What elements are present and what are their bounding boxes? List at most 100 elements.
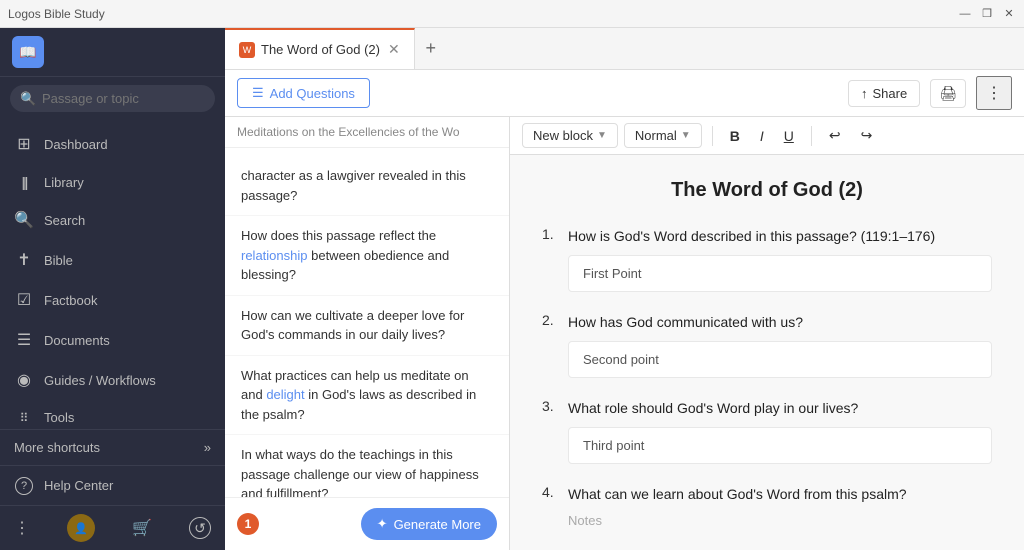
- redo-icon: ↪: [861, 127, 873, 143]
- questions-footer: 1 ✦ Generate More: [225, 497, 509, 550]
- search-wrap: 🔍: [10, 85, 215, 112]
- search-nav-icon: 🔍: [14, 210, 34, 230]
- editor-content: The Word of God (2) 1. How is God's Word…: [510, 155, 1024, 550]
- dropdown-arrow-icon: ▼: [597, 130, 607, 141]
- sidebar: 📖 🔍 ⊞ Dashboard ||| Library 🔍 Search: [0, 28, 225, 550]
- question-2-number: 2.: [542, 312, 560, 328]
- bold-button[interactable]: B: [723, 124, 747, 148]
- answer-box-1[interactable]: First Point: [568, 255, 992, 292]
- more-icon[interactable]: ⋮: [14, 518, 30, 538]
- underline-button[interactable]: U: [777, 124, 801, 148]
- generate-more-button[interactable]: ✦ Generate More: [361, 508, 497, 540]
- sidebar-item-documents[interactable]: ☰ Documents: [0, 320, 225, 360]
- question-4-text: What can we learn about God's Word from …: [568, 484, 907, 505]
- restore-button[interactable]: ❒: [980, 7, 994, 21]
- italic-button[interactable]: I: [753, 124, 771, 148]
- normal-style-dropdown[interactable]: Normal ▼: [624, 123, 702, 148]
- tab-add-button[interactable]: +: [415, 33, 447, 65]
- question-text: How does this passage reflect the relati…: [241, 228, 449, 282]
- list-item[interactable]: How does this passage reflect the relati…: [225, 216, 509, 296]
- question-3-number: 3.: [542, 398, 560, 414]
- answer-box-2[interactable]: Second point: [568, 341, 992, 378]
- sidebar-item-dashboard[interactable]: ⊞ Dashboard: [0, 124, 225, 164]
- close-button[interactable]: ✕: [1002, 7, 1016, 21]
- main-toolbar: ☰ Add Questions ↑ Share 🖨 ⋮: [225, 70, 1024, 117]
- add-questions-button[interactable]: ☰ Add Questions: [237, 78, 370, 108]
- sidebar-search-area: 🔍: [0, 77, 225, 120]
- tab-close-button[interactable]: ✕: [388, 41, 400, 58]
- tab-label: The Word of God (2): [261, 42, 380, 57]
- sidebar-item-label: Help Center: [44, 478, 113, 493]
- question-2-text: How has God communicated with us?: [568, 312, 803, 333]
- print-button[interactable]: 🖨: [930, 79, 966, 108]
- question-3-text: What role should God's Word play in our …: [568, 398, 858, 419]
- questions-header: Meditations on the Excellencies of the W…: [225, 117, 509, 148]
- editor-panel: New block ▼ Normal ▼ B I U: [510, 117, 1024, 550]
- question-1-number: 1.: [542, 226, 560, 242]
- document-title: The Word of God (2): [542, 179, 992, 202]
- redo-button[interactable]: ↪: [854, 123, 880, 148]
- question-section-2: 2. How has God communicated with us? Sec…: [542, 312, 992, 378]
- sidebar-item-label: Documents: [44, 333, 110, 348]
- sidebar-item-factbook[interactable]: ☑ Factbook: [0, 280, 225, 320]
- tab-icon: W: [239, 42, 255, 58]
- list-item[interactable]: What practices can help us meditate on a…: [225, 356, 509, 436]
- question-3-header: 3. What role should God's Word play in o…: [542, 398, 992, 419]
- search-input[interactable]: [10, 85, 215, 112]
- tab-word-of-god[interactable]: W The Word of God (2) ✕: [225, 28, 415, 69]
- question-section-1: 1. How is God's Word described in this p…: [542, 226, 992, 292]
- toolbar-divider-2: [811, 126, 812, 146]
- sidebar-item-tools[interactable]: ⠿ Tools: [0, 400, 225, 429]
- more-shortcuts-label: More shortcuts: [14, 440, 100, 455]
- more-options-button[interactable]: ⋮: [976, 76, 1012, 110]
- sidebar-item-help[interactable]: ? Help Center: [0, 465, 225, 505]
- search-icon: 🔍: [20, 91, 36, 107]
- list-item[interactable]: In what ways do the teachings in this pa…: [225, 435, 509, 497]
- question-1-header: 1. How is God's Word described in this p…: [542, 226, 992, 247]
- answer-text-2: Second point: [583, 352, 659, 367]
- questions-list: character as a lawgiver revealed in this…: [225, 148, 509, 497]
- factbook-icon: ☑: [14, 290, 34, 310]
- notes-label: Notes: [568, 513, 992, 528]
- share-button[interactable]: ↑ Share: [848, 80, 920, 107]
- minimize-button[interactable]: —: [958, 7, 972, 21]
- library-icon: |||: [14, 174, 34, 190]
- more-shortcuts[interactable]: More shortcuts »: [0, 429, 225, 465]
- editor-toolbar: New block ▼ Normal ▼ B I U: [510, 117, 1024, 155]
- answer-text-1: First Point: [583, 266, 642, 281]
- sidebar-item-label: Factbook: [44, 293, 97, 308]
- generate-icon: ✦: [377, 516, 388, 532]
- guides-icon: ◉: [14, 370, 34, 390]
- sidebar-item-guides[interactable]: ◉ Guides / Workflows: [0, 360, 225, 400]
- more-shortcuts-icon: »: [204, 440, 211, 455]
- italic-label: I: [760, 128, 764, 144]
- question-section-4: 4. What can we learn about God's Word fr…: [542, 484, 992, 528]
- style-dropdown-arrow-icon: ▼: [681, 130, 691, 141]
- sidebar-footer: ⋮ 👤 🛒 ↺: [0, 505, 225, 550]
- undo-button[interactable]: ↩: [822, 123, 848, 148]
- app-layout: 📖 🔍 ⊞ Dashboard ||| Library 🔍 Search: [0, 28, 1024, 550]
- sidebar-item-bible[interactable]: ✝ Bible: [0, 240, 225, 280]
- dashboard-icon: ⊞: [14, 134, 34, 154]
- refresh-icon[interactable]: ↺: [189, 517, 211, 539]
- new-block-dropdown[interactable]: New block ▼: [522, 123, 618, 148]
- toolbar-divider: [712, 126, 713, 146]
- print-icon: 🖨: [939, 85, 957, 101]
- sidebar-logo-area: 📖: [0, 28, 225, 77]
- question-text: character as a lawgiver revealed in this…: [241, 168, 466, 203]
- questions-panel-title: Meditations on the Excellencies of the W…: [237, 125, 460, 139]
- sidebar-item-label: Tools: [44, 410, 74, 425]
- question-2-header: 2. How has God communicated with us?: [542, 312, 992, 333]
- sidebar-item-library[interactable]: ||| Library: [0, 164, 225, 200]
- answer-box-3[interactable]: Third point: [568, 427, 992, 464]
- avatar[interactable]: 👤: [67, 514, 95, 542]
- list-item[interactable]: How can we cultivate a deeper love for G…: [225, 296, 509, 356]
- panels: Meditations on the Excellencies of the W…: [225, 117, 1024, 550]
- cart-icon[interactable]: 🛒: [132, 518, 152, 538]
- app-name: Logos Bible Study: [8, 7, 105, 21]
- title-bar: Logos Bible Study — ❒ ✕: [0, 0, 1024, 28]
- sidebar-item-search[interactable]: 🔍 Search: [0, 200, 225, 240]
- help-icon: ?: [14, 476, 34, 495]
- new-block-label: New block: [533, 128, 593, 143]
- list-item[interactable]: character as a lawgiver revealed in this…: [225, 156, 509, 216]
